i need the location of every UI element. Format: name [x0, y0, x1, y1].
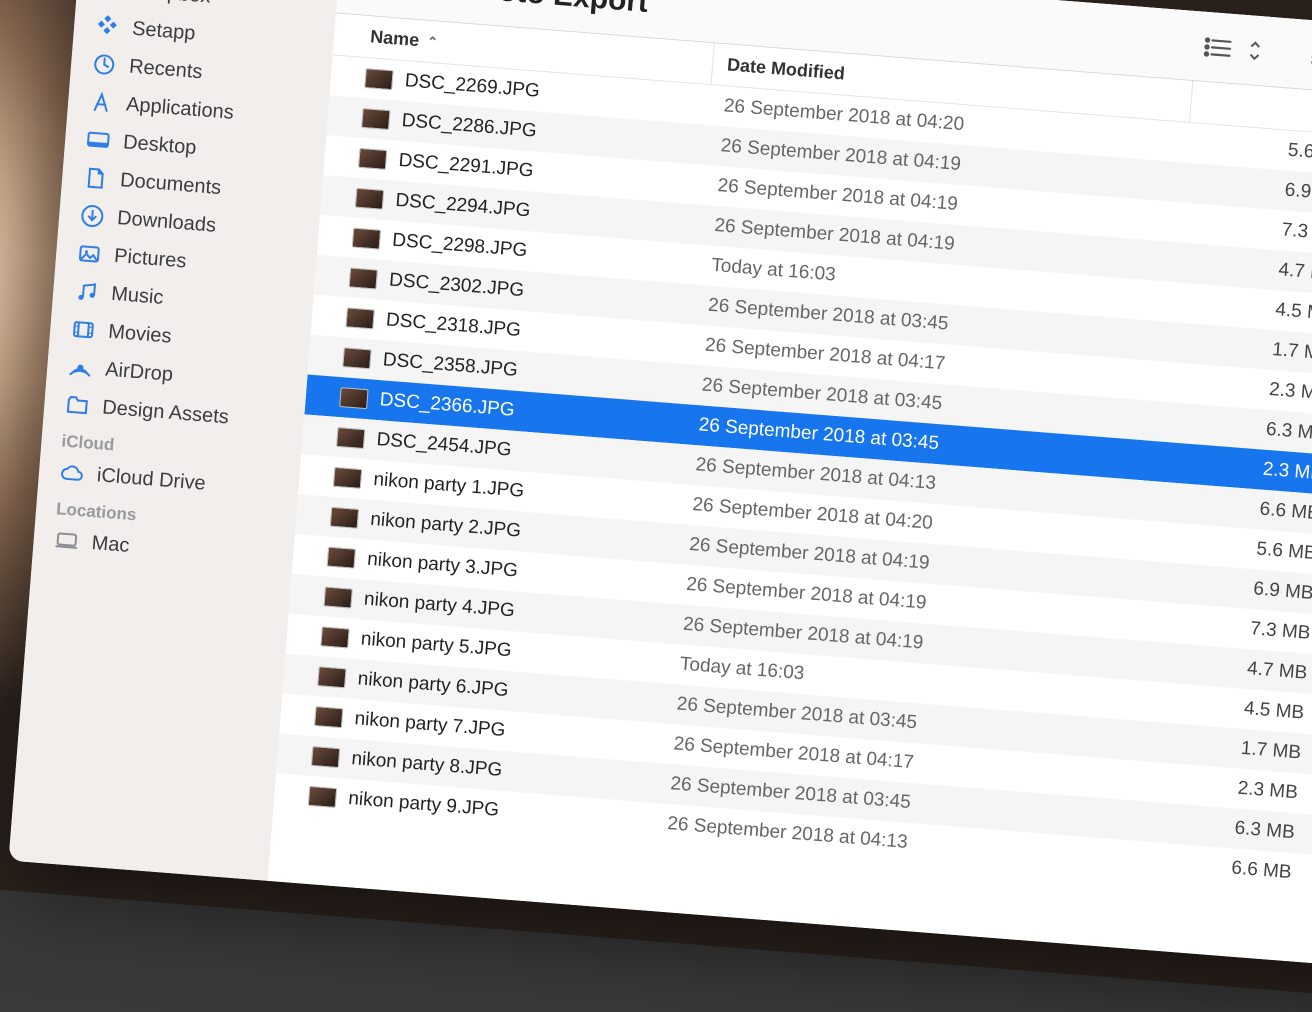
file-name: DSC_2366.JPG: [379, 389, 515, 422]
file-name: nikon party 1.JPG: [373, 469, 525, 503]
file-size: 4.7 MB: [1147, 650, 1312, 686]
file-name: DSC_2454.JPG: [376, 429, 512, 462]
file-name: nikon party 7.JPG: [354, 708, 506, 742]
file-thumbnail-icon: [352, 228, 381, 250]
mac-icon: [53, 527, 81, 555]
file-listing: DSC_2269.JPG26 September 2018 at 04:205.…: [268, 55, 1312, 972]
file-name: DSC_2358.JPG: [382, 349, 518, 382]
file-size: 1.7 MB: [1172, 331, 1312, 367]
file-thumbnail-icon: [317, 666, 346, 688]
file-thumbnail-icon: [320, 626, 349, 648]
file-size: 6.6 MB: [1131, 850, 1312, 886]
file-size: 4.5 MB: [1144, 690, 1312, 726]
movies-icon: [69, 316, 97, 344]
file-size: 7.3 MB: [1150, 610, 1312, 646]
file-size: 1.7 MB: [1141, 730, 1312, 766]
file-name: nikon party 2.JPG: [369, 509, 521, 543]
view-list-button[interactable]: [1203, 35, 1271, 62]
setapp-icon: [93, 13, 121, 41]
file-size: 6.3 MB: [1134, 810, 1312, 846]
file-size: 2.3 MB: [1162, 451, 1312, 487]
airdrop-icon: [66, 354, 94, 382]
sidebar-item-label: Recents: [128, 55, 203, 84]
file-size: 6.9 MB: [1153, 571, 1312, 607]
file-name: DSC_2298.JPG: [391, 230, 527, 263]
file-size: 4.7 MB: [1178, 252, 1312, 288]
sort-indicator-icon: ⌃: [426, 33, 438, 50]
recents-icon: [90, 51, 118, 79]
file-name: DSC_2318.JPG: [385, 309, 521, 342]
file-name: DSC_2302.JPG: [388, 270, 524, 303]
dropbox-icon: [96, 0, 124, 3]
file-thumbnail-icon: [336, 427, 365, 449]
file-thumbnail-icon: [364, 68, 393, 90]
sidebar-item-label: Movies: [107, 320, 172, 348]
sidebar-item-label: Documents: [119, 169, 222, 200]
file-size: 2.3 MB: [1169, 371, 1312, 407]
sidebar-item-label: Setapp: [131, 17, 196, 45]
sidebar-item-label: iCloud Drive: [96, 464, 206, 495]
file-thumbnail-icon: [327, 547, 356, 569]
sidebar-item-label: Dropbox: [134, 0, 211, 8]
desktop-icon: [84, 126, 112, 154]
sidebar-item-label: AirDrop: [104, 358, 173, 386]
pictures-icon: [75, 240, 103, 268]
file-thumbnail-icon: [314, 706, 343, 728]
file-name: DSC_2269.JPG: [404, 70, 540, 103]
file-thumbnail-icon: [358, 148, 387, 170]
file-thumbnail-icon: [323, 586, 352, 608]
file-size: 5.6 MB: [1156, 531, 1312, 567]
file-thumbnail-icon: [308, 786, 337, 808]
forward-button[interactable]: [401, 0, 426, 2]
file-thumbnail-icon: [349, 267, 378, 289]
folder-title: Photo Export: [459, 0, 649, 19]
music-icon: [72, 278, 100, 306]
sidebar-item-label: Design Assets: [101, 396, 229, 429]
file-name: nikon party 9.JPG: [348, 788, 500, 822]
file-size: 6.3 MB: [1166, 411, 1312, 447]
file-name: nikon party 6.JPG: [357, 668, 509, 702]
file-thumbnail-icon: [339, 387, 368, 409]
file-thumbnail-icon: [333, 467, 362, 489]
file-name: nikon party 8.JPG: [351, 748, 503, 782]
file-name: DSC_2294.JPG: [395, 190, 531, 223]
file-size: 6.6 MB: [1159, 491, 1312, 527]
file-name: nikon party 3.JPG: [366, 549, 518, 583]
sidebar-item-label: Desktop: [122, 131, 197, 160]
sidebar-item-label: Applications: [125, 93, 234, 124]
icloud-icon: [58, 459, 86, 487]
file-name: DSC_2291.JPG: [398, 150, 534, 183]
sidebar-item-label: Mac: [91, 532, 130, 558]
file-thumbnail-icon: [342, 347, 371, 369]
apps-icon: [87, 88, 115, 116]
file-size: 7.3 MB: [1181, 212, 1312, 248]
file-size: 4.5 MB: [1175, 291, 1312, 327]
sidebar-item-label: Pictures: [113, 244, 187, 273]
main-panel: Photo Export Name⌃ Date Modified: [268, 0, 1312, 973]
file-thumbnail-icon: [311, 746, 340, 768]
docs-icon: [81, 164, 109, 192]
file-size: 5.6 MB: [1188, 132, 1312, 168]
file-thumbnail-icon: [355, 188, 384, 210]
file-name: DSC_2286.JPG: [401, 110, 537, 143]
downloads-icon: [78, 202, 106, 230]
file-thumbnail-icon: [345, 307, 374, 329]
finder-window: FavouritesDropboxSetappRecentsApplicatio…: [9, 0, 1312, 973]
folder-icon: [63, 391, 91, 419]
file-name: nikon party 4.JPG: [363, 589, 515, 623]
sidebar-item-label: Downloads: [116, 207, 216, 238]
file-size: 2.3 MB: [1137, 770, 1312, 806]
file-thumbnail-icon: [361, 108, 390, 130]
file-name: nikon party 5.JPG: [360, 628, 512, 662]
sidebar-item-label: Music: [110, 282, 164, 309]
file-size: 6.9 MB: [1184, 172, 1312, 208]
file-thumbnail-icon: [330, 507, 359, 529]
